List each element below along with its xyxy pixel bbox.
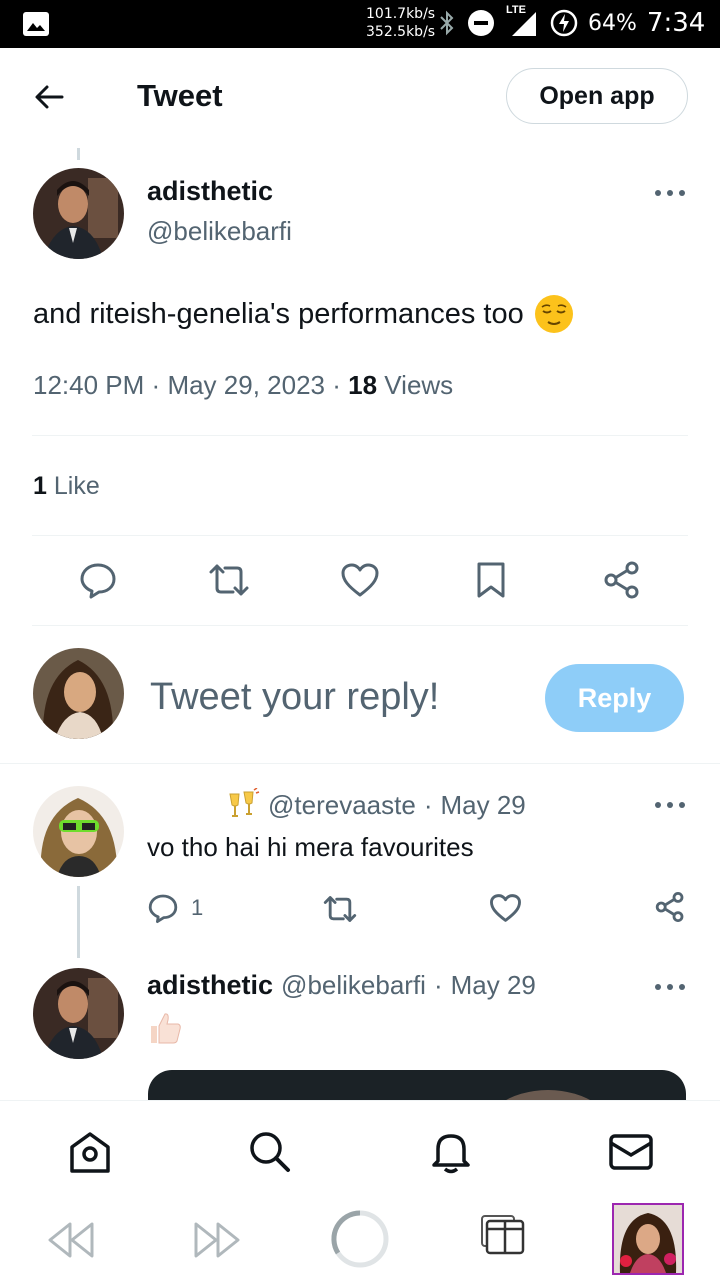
clinking-glasses-emoji [226,788,260,822]
likes-label: Like [53,472,100,500]
divider [32,435,688,436]
author-handle[interactable]: @belikebarfi [147,216,292,247]
reply-header: @terevaaste · May 29 [226,788,526,822]
divider [0,763,720,764]
battery-level: 64% [588,10,637,36]
reply-avatar[interactable] [33,968,124,1059]
more-icon[interactable] [654,186,686,200]
messages-icon[interactable] [608,1131,654,1173]
reply-input[interactable]: Tweet your reply! [150,676,439,719]
clock: 7:34 [646,8,706,38]
divider [32,625,688,626]
network-type: LTE [506,4,526,16]
likes-summary[interactable]: 1 Like [33,472,100,501]
gallery-notification-icon [22,11,50,37]
separator: · [423,789,433,820]
status-bar: 101.7kb/s 352.5kb/s LTE 64% 7:34 [0,0,720,48]
reply-icon[interactable]: 1 [147,892,203,924]
separator: · [151,370,161,400]
open-app-button[interactable]: Open app [506,68,688,124]
rewind-icon[interactable] [46,1220,96,1260]
signal-icon: LTE [506,4,540,38]
reply-text: vo tho hai hi mera favourites [147,832,474,862]
reply-author-name[interactable]: adisthetic [147,970,273,1001]
dnd-icon [466,8,496,38]
tweet-meta: 12:40 PM · May 29, 2023 · 18 Views [33,370,453,401]
tweet-date[interactable]: May 29, 2023 [167,370,325,400]
reply-avatar[interactable] [33,786,124,877]
retweet-icon[interactable] [207,562,251,598]
reply-count: 1 [191,895,204,920]
like-icon[interactable] [340,562,380,598]
home-icon[interactable] [67,1129,113,1175]
reply-handle[interactable]: @terevaaste [268,790,416,821]
loading-spinner-icon [330,1209,390,1269]
likes-count: 1 [33,472,47,500]
thread-connector [77,886,80,958]
like-icon[interactable] [489,893,522,923]
reply-handle[interactable]: @belikebarfi [281,970,426,1001]
profile-thumbnail[interactable] [612,1203,684,1275]
reply-date[interactable]: May 29 [440,790,525,821]
reply-date[interactable]: May 29 [451,970,536,1001]
separator: · [332,370,341,400]
tabs-icon[interactable] [480,1214,526,1256]
speed-up: 352.5kb/s [366,24,436,40]
views-label: Views [384,370,454,400]
network-speed: 101.7kb/s 352.5kb/s [366,5,435,41]
reply-header: adisthetic @belikebarfi · May 29 [147,970,536,1001]
status-icons: LTE 64% 7:34 [438,4,706,38]
reply-button[interactable]: Reply [545,664,684,732]
tweet-body: and riteish-genelia's performances too [33,294,574,334]
notifications-icon[interactable] [428,1129,474,1175]
reply-text: 👍🏻 [0,0,1,1]
speed-down: 101.7kb/s [366,6,436,22]
views-count: 18 [348,370,378,400]
relieved-face-emoji [534,294,574,334]
reply-icon[interactable] [78,560,118,600]
user-avatar[interactable] [33,648,124,739]
thumbs-up-emoji [147,1010,183,1046]
author-name[interactable]: adisthetic [147,176,273,207]
bluetooth-icon [438,9,456,37]
bookmark-icon[interactable] [474,560,508,600]
tweet-time[interactable]: 12:40 PM [33,370,144,400]
more-icon[interactable] [654,798,686,812]
thread-connector [77,148,80,160]
battery-saver-icon [550,9,578,37]
share-icon[interactable] [654,891,686,923]
separator: · [433,970,443,1000]
back-arrow-icon[interactable] [32,80,66,114]
author-avatar[interactable] [33,168,124,259]
tweet-text: and riteish-genelia's performances too [33,297,524,330]
search-icon[interactable] [247,1129,293,1175]
page-title: Tweet [137,78,223,113]
divider [32,535,688,536]
browser-nav-bar [0,1200,720,1280]
retweet-icon[interactable] [322,894,358,924]
share-icon[interactable] [602,560,642,600]
more-icon[interactable] [654,980,686,994]
bottom-nav [0,1100,720,1201]
fast-forward-icon[interactable] [192,1220,242,1260]
